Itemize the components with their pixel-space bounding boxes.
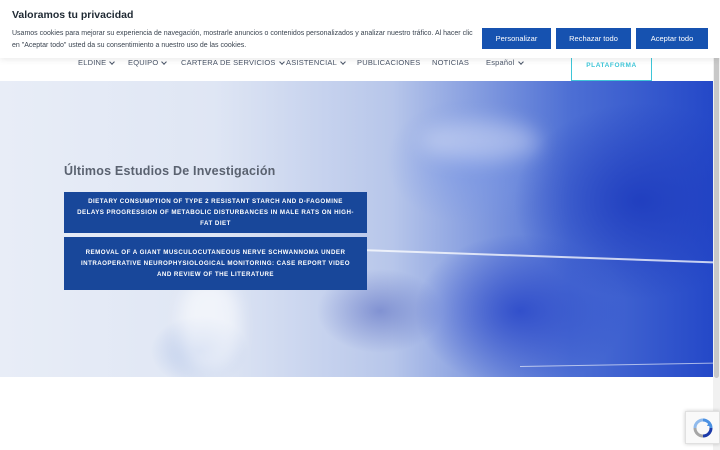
language-selector[interactable]: Español [486,58,524,67]
nav-item-label: ELDINE [78,58,107,67]
chevron-down-icon [109,58,116,65]
nav-item-publicaciones[interactable]: PUBLICACIONES [357,58,420,67]
study-card[interactable]: REMOVAL OF A GIANT MUSCULOCUTANEOUS NERV… [64,237,367,290]
nav-item-eldine[interactable]: ELDINE [78,58,116,67]
nav-item-noticias[interactable]: NOTICIAS [432,58,469,67]
nav-item-label: CARTERA DE SERVICIOS [181,58,276,67]
chevron-down-icon [278,58,285,65]
nav-item-label: ASISTENCIAL [286,58,337,67]
recaptcha-badge[interactable] [685,411,720,444]
hero-light-streak [359,249,713,264]
nav-item-asistencial[interactable]: ASISTENCIAL [286,58,346,67]
study-card[interactable]: DIETARY CONSUMPTION OF TYPE 2 RESISTANT … [64,192,367,233]
study-title: DIETARY CONSUMPTION OF TYPE 2 RESISTANT … [77,198,354,227]
study-title: REMOVAL OF A GIANT MUSCULOCUTANEOUS NERV… [81,249,350,278]
hero-background-image [420,121,540,161]
nav-item-label: NOTICIAS [432,58,470,67]
scrollbar-thumb[interactable] [714,2,719,378]
nav-item-label: PUBLICACIONES [357,58,421,67]
chevron-down-icon [340,58,346,65]
cookie-banner-title: Valoramos tu privacidad [12,9,134,21]
hero-background-figure [180,281,240,371]
page-scrollbar[interactable] [713,0,720,450]
hero-light-streak [519,362,713,367]
cookie-consent-banner: Valoramos tu privacidad Usamos cookies p… [0,0,720,58]
reject-all-cookies-button[interactable]: Rechazar todo [556,28,631,49]
nav-item-equipo[interactable]: EQUIPO [128,58,168,67]
accept-all-cookies-button[interactable]: Aceptar todo [636,28,708,49]
nav-item-label: EQUIPO [128,58,159,67]
page-root: ELDINE EQUIPO CARTERA DE SERVICIOS ASIST… [0,0,720,450]
customize-cookies-button[interactable]: Personalizar [482,28,551,49]
section-title: Últimos Estudios De Investigación [64,164,276,178]
chevron-down-icon [161,58,168,65]
language-label: Español [486,58,515,67]
hero-section: Últimos Estudios De Investigación DIETAR… [0,81,713,377]
recaptcha-icon [693,418,712,437]
chevron-down-icon [517,58,524,65]
nav-item-cartera-de-servicios[interactable]: CARTERA DE SERVICIOS [181,58,285,67]
cookie-banner-text: Usamos cookies para mejorar su experienc… [12,30,473,49]
